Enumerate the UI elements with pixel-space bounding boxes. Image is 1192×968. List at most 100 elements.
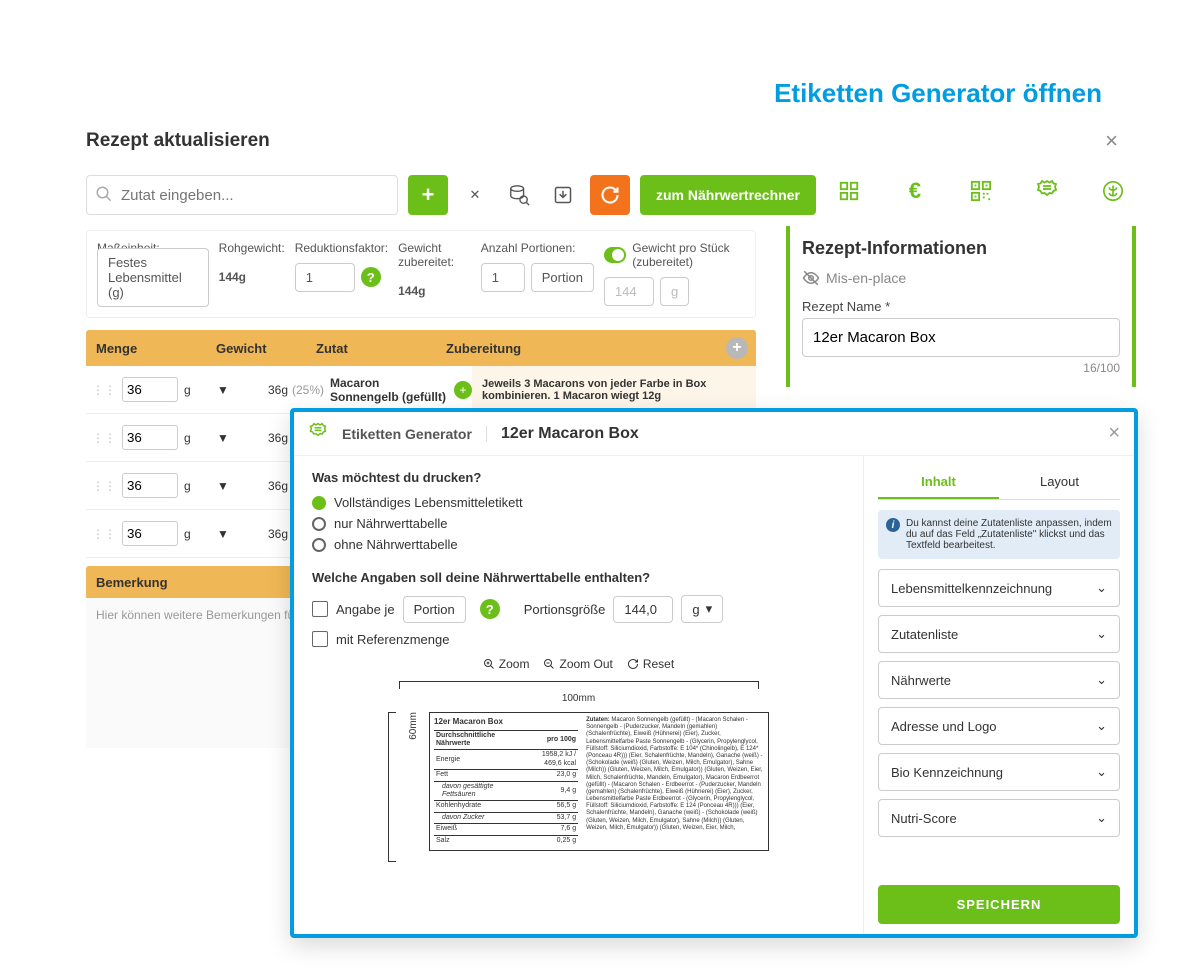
cooked-weight-value: 144g [398, 284, 425, 298]
ingredients-table-header: Menge Gewicht Zutat Zubereitung + [86, 330, 756, 366]
search-icon [95, 185, 113, 206]
raw-weight-value: 144g [219, 270, 246, 284]
per-piece-input[interactable]: 144 [604, 277, 654, 306]
grid-icon[interactable] [836, 178, 862, 204]
radio-icon [312, 496, 326, 510]
nutrition-calculator-button[interactable]: zum Nährwertrechner [640, 175, 816, 215]
add-prep-icon[interactable]: + [454, 381, 472, 399]
drag-handle-icon[interactable]: ⋮⋮ [86, 527, 122, 541]
print-option-nutrition-only[interactable]: nur Nährwerttabelle [312, 516, 845, 531]
accordion-label: Zutatenliste [891, 627, 958, 642]
reference-checkbox[interactable] [312, 631, 328, 647]
accordion-item[interactable]: Adresse und Logo⌄ [878, 707, 1120, 745]
label-width: 100mm [399, 693, 759, 704]
chevron-down-icon: ⌄ [1096, 810, 1107, 826]
print-option-no-nutrition[interactable]: ohne Nährwerttabelle [312, 537, 845, 552]
row-weight: 36g [238, 527, 288, 541]
drag-handle-icon[interactable]: ⋮⋮ [86, 431, 122, 445]
col-gewicht: Gewicht [206, 341, 306, 356]
drag-handle-icon[interactable]: ⋮⋮ [86, 479, 122, 493]
accordion-item[interactable]: Bio Kennzeichnung⌄ [878, 753, 1120, 791]
euro-icon[interactable]: € [902, 178, 928, 204]
per-piece-unit[interactable]: g [660, 277, 689, 306]
cooked-weight-label: Gewicht zubereitet: [398, 241, 471, 269]
reduction-label: Reduktionsfaktor: [295, 241, 388, 255]
add-ingredient-button[interactable]: + [408, 175, 448, 215]
qty-input[interactable] [122, 521, 178, 546]
portion-unit[interactable]: Portion [531, 263, 594, 292]
mis-en-place-label: Mis-en-place [826, 270, 906, 286]
generator-icon [308, 422, 328, 445]
qty-input[interactable] [122, 473, 178, 498]
accordion-item[interactable]: Lebensmittelkennzeichnung⌄ [878, 569, 1120, 607]
row-weight: 36g [238, 383, 288, 397]
drag-handle-icon[interactable]: ⋮⋮ [86, 383, 122, 397]
row-weight: 36g [238, 431, 288, 445]
dropdown-icon[interactable]: ▼ [208, 383, 238, 397]
mass-unit-select[interactable]: Festes Lebensmittel (g) [97, 248, 209, 307]
per-unit-select[interactable]: Portion [403, 596, 466, 623]
qty-input[interactable] [122, 377, 178, 402]
col-menge: Menge [86, 341, 206, 356]
per-portion-checkbox[interactable] [312, 601, 328, 617]
panel-title: Rezept aktualisieren [86, 122, 1138, 170]
zoom-out-button[interactable]: Zoom Out [543, 657, 612, 671]
modal-header: Etiketten Generator 12er Macaron Box × [294, 412, 1134, 456]
download-icon[interactable] [546, 178, 580, 212]
portions-input[interactable]: 1 [481, 263, 525, 292]
mis-en-place-toggle[interactable]: Mis-en-place [802, 269, 1120, 287]
preparation-text[interactable]: Jeweils 3 Macarons von jeder Farbe in Bo… [472, 366, 756, 413]
dropdown-icon[interactable]: ▼ [208, 431, 238, 445]
save-button[interactable]: SPEICHERN [878, 885, 1120, 924]
close-panel-button[interactable]: × [1105, 128, 1118, 154]
tab-layout[interactable]: Layout [999, 466, 1120, 499]
help-icon[interactable]: ? [480, 599, 500, 619]
ingredient-search[interactable] [86, 175, 398, 215]
print-option-full[interactable]: Vollständiges Lebensmitteletikett [312, 495, 845, 510]
zoom-reset-button[interactable]: Reset [627, 657, 674, 671]
add-row-button[interactable]: + [726, 337, 748, 359]
zoom-in-button[interactable]: Zoom [483, 657, 530, 671]
dropdown-icon[interactable]: ▼ [208, 527, 238, 541]
qr-icon[interactable] [968, 178, 994, 204]
refresh-button[interactable] [590, 175, 630, 215]
accordion-item[interactable]: Nutri-Score⌄ [878, 799, 1120, 837]
modal-left-panel: Was möchtest du drucken? Vollständiges L… [294, 456, 864, 934]
reference-label: mit Referenzmenge [336, 632, 449, 647]
help-icon[interactable]: ? [361, 267, 381, 287]
per-piece-toggle[interactable] [604, 247, 626, 263]
print-option-full-label: Vollständiges Lebensmitteletikett [334, 495, 523, 510]
recipe-info-panel: Rezept-Informationen Mis-en-place Rezept… [786, 226, 1136, 387]
clear-icon[interactable]: ✕ [458, 178, 492, 212]
dropdown-icon[interactable]: ▼ [208, 479, 238, 493]
qty-input[interactable] [122, 425, 178, 450]
label-generator-icon[interactable] [1034, 178, 1060, 204]
per-piece-label: Gewicht pro Stück (zubereitet) [632, 241, 745, 269]
accordion-item[interactable]: Nährwerte⌄ [878, 661, 1120, 699]
modal-close-button[interactable]: × [1108, 422, 1120, 445]
portion-size-unit[interactable]: g ▾ [681, 595, 723, 623]
recipe-name-counter: 16/100 [802, 361, 1120, 375]
tab-inhalt[interactable]: Inhalt [878, 466, 999, 499]
ingredient-search-input[interactable] [121, 187, 389, 204]
portion-size-input[interactable]: 144,0 [613, 596, 673, 623]
unit: g [178, 383, 208, 397]
nutrition-question: Welche Angaben soll deine Nährwerttabell… [312, 570, 845, 585]
label-preview: 12er Macaron Box Durchschnittliche Nährw… [429, 712, 769, 851]
col-zubereitung: Zubereitung [436, 341, 726, 356]
annotation-headline: Etiketten Generator öffnen [774, 78, 1102, 109]
recipe-info-title: Rezept-Informationen [802, 238, 1120, 259]
tip-box: i Du kannst deine Zutatenliste anpassen,… [878, 510, 1120, 559]
recipe-name-input[interactable] [802, 318, 1120, 357]
reduction-input[interactable]: 1 [295, 263, 355, 292]
recipe-name-label: Rezept Name * [802, 299, 1120, 314]
accordion-label: Lebensmittelkennzeichnung [891, 581, 1052, 596]
accordion-item[interactable]: Zutatenliste⌄ [878, 615, 1120, 653]
label-generator-modal: Etiketten Generator 12er Macaron Box × W… [290, 408, 1138, 938]
ingredient-name: Macaron Sonnengelb (gefüllt) [330, 376, 450, 404]
raw-weight-label: Rohgewicht: [219, 241, 285, 255]
allergen-icon[interactable] [1100, 178, 1126, 204]
modal-title: 12er Macaron Box [501, 425, 639, 443]
database-icon[interactable] [502, 178, 536, 212]
table-row: ⋮⋮ g ▼ 36g (25%) Macaron Sonnengelb (gef… [86, 366, 756, 414]
